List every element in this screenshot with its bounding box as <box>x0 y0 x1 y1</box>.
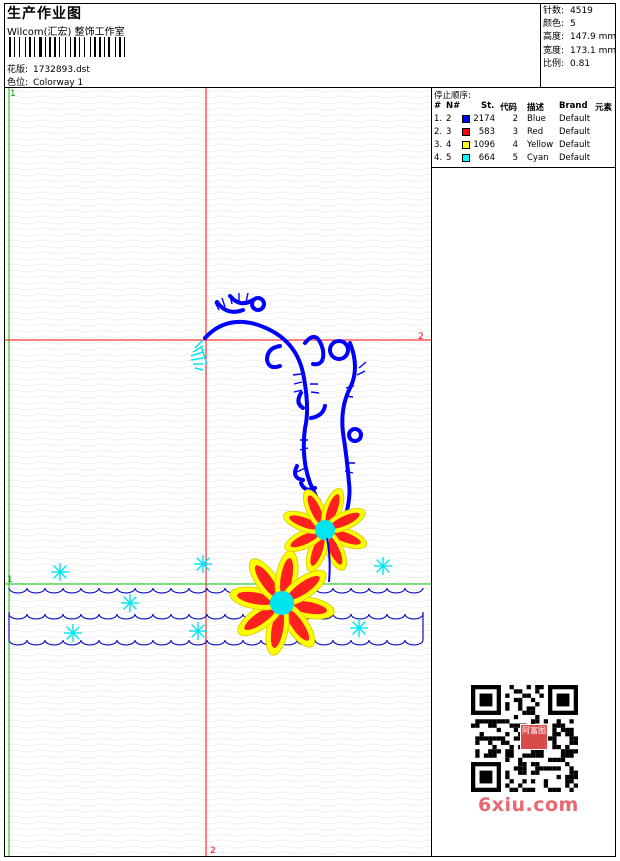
stop-cell-code: 2 <box>512 114 518 124</box>
stop-cell-n: 4 <box>446 140 452 150</box>
colorway-label: 色位: <box>7 78 29 88</box>
stop-cell-desc: Red <box>527 127 544 137</box>
guide-mark-right: 2 <box>418 332 424 342</box>
stat-width: 宽度: 173.1 mm <box>543 45 617 56</box>
stop-cell-brand: Default <box>559 127 591 137</box>
production-sheet: 生产作业图 Wilcom(汇宏) 整饰工作室 花版: 1732893.dst 色位… <box>4 3 616 857</box>
star-icon <box>121 594 139 612</box>
guide-mark-left: 1 <box>7 575 13 585</box>
star-icon <box>189 622 207 640</box>
col-index: # <box>434 101 442 111</box>
guide-mark-bottom: 2 <box>210 846 216 856</box>
stop-cell-n: 2 <box>446 114 452 124</box>
stop-cell-brand: Default <box>559 114 591 124</box>
watermark: 6xiu.com <box>478 794 579 816</box>
colorway-row: 色位: Colorway 1 <box>7 75 83 88</box>
stop-cell-desc: Cyan <box>527 153 549 163</box>
star-icon <box>194 555 212 573</box>
stop-cell-idx: 3. <box>434 140 443 150</box>
embroidery-preview <box>5 88 431 856</box>
guide-mark-top-left: 1 <box>10 89 16 99</box>
stat-colors: 颜色: 5 <box>543 19 576 30</box>
color-swatch <box>462 154 470 162</box>
stats-panel: 针数: 4519 颜色: 5 高度: 147.9 mm 宽度: 173.1 mm 比例:… <box>541 4 617 88</box>
col-element: 元素 <box>595 103 613 113</box>
star-icon <box>374 557 392 575</box>
stop-sequence-title: 停止顺序: <box>434 91 471 101</box>
stop-cell-idx: 1. <box>434 114 443 124</box>
stop-cell-st: 583 <box>478 127 495 137</box>
star-icon <box>350 619 368 637</box>
col-needle: N# <box>446 101 461 111</box>
col-stitches: St. <box>481 101 495 111</box>
stop-sequence-row: 1. 2 2174 2 Blue Default <box>433 114 614 126</box>
color-swatch <box>462 141 470 149</box>
stop-cell-st: 664 <box>478 153 495 163</box>
stop-sequence-row: 4. 5 664 5 Cyan Default <box>433 153 614 165</box>
design-file-label: 花版: <box>7 65 29 75</box>
page-title: 生产作业图 <box>7 6 82 22</box>
stop-cell-idx: 2. <box>434 127 443 137</box>
stop-sequence-row: 3. 4 1096 4 Yellow Default <box>433 140 614 152</box>
stop-cell-code: 4 <box>512 140 518 150</box>
stat-stitches: 针数: 4519 <box>543 6 593 16</box>
flower-center <box>270 591 294 615</box>
stop-cell-code: 3 <box>512 127 518 137</box>
design-canvas: 1 2 2 1 <box>5 88 432 856</box>
stop-cell-n: 5 <box>446 153 452 163</box>
col-brand: Brand <box>559 101 588 111</box>
qr-badge: 阿富图 <box>520 724 548 750</box>
stop-cell-brand: Default <box>559 153 591 163</box>
star-icon <box>64 624 82 642</box>
company-name: Wilcom(汇宏) 整饰工作室 <box>7 27 125 38</box>
fabric-texture <box>5 88 431 856</box>
color-swatch <box>462 115 470 123</box>
barcode <box>9 37 141 57</box>
colorway-value: Colorway 1 <box>33 78 84 88</box>
stat-height: 高度: 147.9 mm <box>543 32 617 43</box>
stop-sequence-panel: 停止顺序: # N# St. 代码 描述 Brand 元素 1. 2 2174 2 Bl… <box>432 88 615 168</box>
stop-cell-desc: Yellow <box>527 140 554 150</box>
stop-cell-n: 3 <box>446 127 452 137</box>
stop-cell-st: 2174 <box>473 114 495 124</box>
stat-scale: 比例: 0.81 <box>543 58 591 69</box>
stop-cell-desc: Blue <box>527 114 546 124</box>
col-desc: 描述 <box>527 103 545 113</box>
stop-cell-st: 1096 <box>473 140 495 150</box>
stop-cell-idx: 4. <box>434 153 443 163</box>
col-code: 代码 <box>500 103 518 113</box>
stop-cell-brand: Default <box>559 140 591 150</box>
design-file-value: 1732893.dst <box>33 65 90 75</box>
stop-cell-code: 5 <box>512 153 518 163</box>
star-icon <box>51 563 69 581</box>
design-file-row: 花版: 1732893.dst <box>7 62 90 75</box>
color-swatch <box>462 128 470 136</box>
header-panel: 生产作业图 Wilcom(汇宏) 整饰工作室 花版: 1732893.dst 色位… <box>5 4 541 88</box>
flower-center <box>315 520 335 540</box>
stop-sequence-row: 2. 3 583 3 Red Default <box>433 127 614 139</box>
